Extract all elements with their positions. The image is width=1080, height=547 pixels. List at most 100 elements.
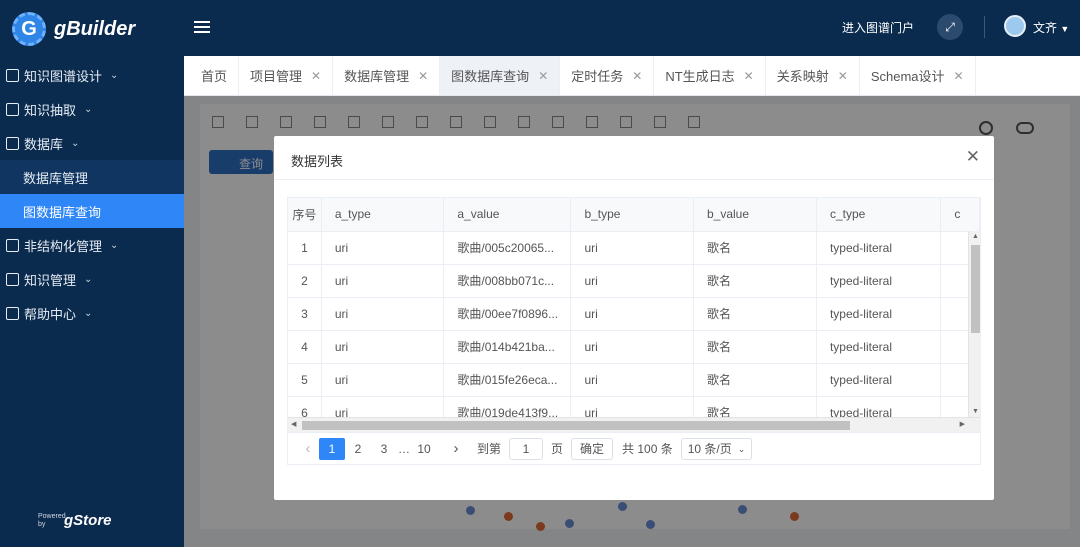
sidebar-item-label: 非结构化管理 [24, 238, 103, 254]
sidebar-item-2[interactable]: 数据库 ⌄ [0, 126, 184, 160]
table-row[interactable]: 4 uri 歌曲/014b421ba... uri 歌名 typed-literal [288, 330, 980, 364]
close-icon[interactable]: ✕ [418, 69, 428, 83]
vertical-scroll-thumb[interactable] [971, 245, 980, 333]
column-header[interactable]: a_type [321, 198, 445, 232]
close-icon[interactable]: ✕ [538, 69, 548, 83]
page-size-select[interactable]: 10 条/页 ⌄ [680, 437, 753, 460]
tab-bar: 首页 项目管理 ✕ 数据库管理 ✕ 图数据库查询 ✕ 定时任务 ✕ NT生成日志 ✕ 关系映射 ✕ Sch… [184, 56, 1080, 96]
page-unit: 页 [551, 442, 564, 456]
tab-label: 数据库管理 [344, 69, 410, 84]
close-icon[interactable]: ✕ [966, 147, 980, 167]
data-table-grid: 序号 a_type a_value b_type b_value c_type c 1 uri… [288, 198, 980, 430]
app-logo[interactable]: G gBuilder [0, 0, 184, 58]
goto-page-input[interactable]: 1 [509, 437, 544, 460]
user-name: 文齐 [1033, 21, 1058, 35]
total-count: 共 100 条 [622, 442, 673, 456]
scroll-up-icon[interactable]: ▲ [972, 233, 979, 240]
page-button[interactable]: 3 [371, 438, 397, 460]
sidebar-subitem-2-1[interactable]: 图数据库查询 [0, 194, 184, 228]
table-cell: 歌名 [693, 264, 817, 298]
column-header[interactable]: b_value [693, 198, 817, 232]
table-cell: 3 [288, 297, 322, 331]
scroll-right-icon[interactable]: ▶ [960, 420, 965, 428]
vertical-scrollbar[interactable]: ▲ ▼ [968, 231, 980, 417]
menu-icon [6, 238, 19, 252]
column-header[interactable]: c [940, 198, 980, 232]
table-row[interactable]: 5 uri 歌曲/015fe26eca... uri 歌名 typed-literal [288, 363, 980, 397]
table-cell: uri [570, 363, 694, 397]
table-cell: typed-literal [816, 231, 942, 265]
table-cell: uri [570, 330, 694, 364]
table-row[interactable]: 3 uri 歌曲/00ee7f0896... uri 歌名 typed-literal [288, 297, 980, 331]
dialog-title: 数据列表 [291, 154, 344, 169]
table-cell: uri [570, 264, 694, 298]
tab-7[interactable]: Schema设计 ✕ [860, 56, 976, 95]
tab-5[interactable]: NT生成日志 ✕ [654, 56, 766, 95]
page-button[interactable]: 1 [319, 437, 345, 460]
avatar[interactable] [1004, 15, 1026, 37]
close-icon[interactable]: ✕ [838, 69, 848, 83]
confirm-button[interactable]: 确定 [571, 437, 614, 460]
scroll-left-icon[interactable]: ◀ [291, 420, 296, 428]
close-icon[interactable]: ✕ [744, 69, 754, 83]
menu-icon [6, 68, 19, 82]
tab-2[interactable]: 数据库管理 ✕ [333, 56, 441, 95]
tab-4[interactable]: 定时任务 ✕ [560, 56, 655, 95]
sidebar-item-1[interactable]: 知识抽取 ⌄ [0, 92, 184, 126]
table-row[interactable]: 2 uri 歌曲/008bb071c... uri 歌名 typed-literal [288, 264, 980, 298]
column-header[interactable]: 序号 [288, 198, 322, 232]
menu-toggle-icon[interactable] [194, 18, 210, 34]
fullscreen-icon[interactable]: ⤢ [937, 14, 963, 40]
table-cell: typed-literal [816, 330, 942, 364]
powered-brand: gStore [64, 512, 112, 529]
sidebar-item-0[interactable]: 知识图谱设计 ⌄ [0, 58, 184, 92]
table-row[interactable]: 1 uri 歌曲/005c20065... uri 歌名 typed-literal [288, 231, 980, 265]
table-cell: 歌曲/015fe26eca... [443, 363, 572, 397]
table-cell: 歌曲/014b421ba... [443, 330, 572, 364]
column-header[interactable]: a_value [443, 198, 572, 232]
goto-label: 到第 [477, 442, 502, 456]
tab-6[interactable]: 关系映射 ✕ [766, 56, 860, 95]
table-cell: 2 [288, 264, 322, 298]
pagination: ‹ 1 2 3… 10 › 到第 1 页 确定 共 100 条 10 条/页 ⌄ [287, 433, 981, 465]
sidebar-item-3[interactable]: 非结构化管理 ⌄ [0, 228, 184, 262]
chevron-down-icon: ⌄ [84, 273, 93, 285]
table-cell: uri [321, 363, 445, 397]
table-cell: 歌名 [693, 363, 817, 397]
tab-1[interactable]: 项目管理 ✕ [239, 56, 334, 95]
portal-link[interactable]: 进入图谱门户 [842, 19, 914, 36]
sidebar-subitem-2-0[interactable]: 数据库管理 [0, 160, 184, 194]
page-button[interactable]: 2 [345, 438, 371, 460]
page-button[interactable]: 10 [411, 438, 437, 460]
sidebar-item-4[interactable]: 知识管理 ⌄ [0, 262, 184, 296]
chevron-down-icon: ⌄ [84, 307, 93, 319]
tab-label: 关系映射 [776, 69, 829, 84]
user-menu[interactable]: 文齐 ▼ [1033, 19, 1069, 36]
sidebar-item-label: 知识抽取 [24, 102, 77, 118]
close-icon[interactable]: ✕ [954, 69, 964, 83]
table-cell: 歌曲/005c20065... [443, 231, 572, 265]
horizontal-scrollbar[interactable]: ◀ ▶ [288, 417, 980, 432]
close-icon[interactable]: ✕ [311, 69, 321, 83]
data-list-dialog: 数据列表 ✕ 序号 a_type a_value b_type b_value c_typ… [274, 136, 994, 500]
table-cell: typed-literal [816, 297, 942, 331]
next-page-icon[interactable]: › [445, 440, 467, 457]
sidebar-item-5[interactable]: 帮助中心 ⌄ [0, 296, 184, 330]
scroll-down-icon[interactable]: ▼ [972, 408, 979, 415]
table-cell: 5 [288, 363, 322, 397]
table-cell: 歌曲/00ee7f0896... [443, 297, 572, 331]
column-header[interactable]: b_type [570, 198, 694, 232]
horizontal-scroll-thumb[interactable] [302, 421, 850, 430]
prev-page-icon[interactable]: ‹ [297, 440, 319, 457]
tab-0[interactable]: 首页 [190, 56, 240, 95]
tab-3[interactable]: 图数据库查询 ✕ [440, 56, 561, 95]
column-header[interactable]: c_type [816, 198, 942, 232]
sidebar-item-label: 知识管理 [24, 272, 77, 288]
chevron-down-icon: ⌄ [84, 103, 93, 115]
menu-icon [6, 102, 19, 116]
tab-label: NT生成日志 [665, 69, 735, 84]
chevron-down-icon: ⌄ [110, 69, 119, 81]
sidebar: G gBuilder 知识图谱设计 ⌄ 知识抽取 ⌄ 数据库 ⌄ 数据库管理 图数据库查询 非结… [0, 0, 184, 547]
close-icon[interactable]: ✕ [632, 69, 642, 83]
tab-label: Schema设计 [870, 69, 945, 84]
